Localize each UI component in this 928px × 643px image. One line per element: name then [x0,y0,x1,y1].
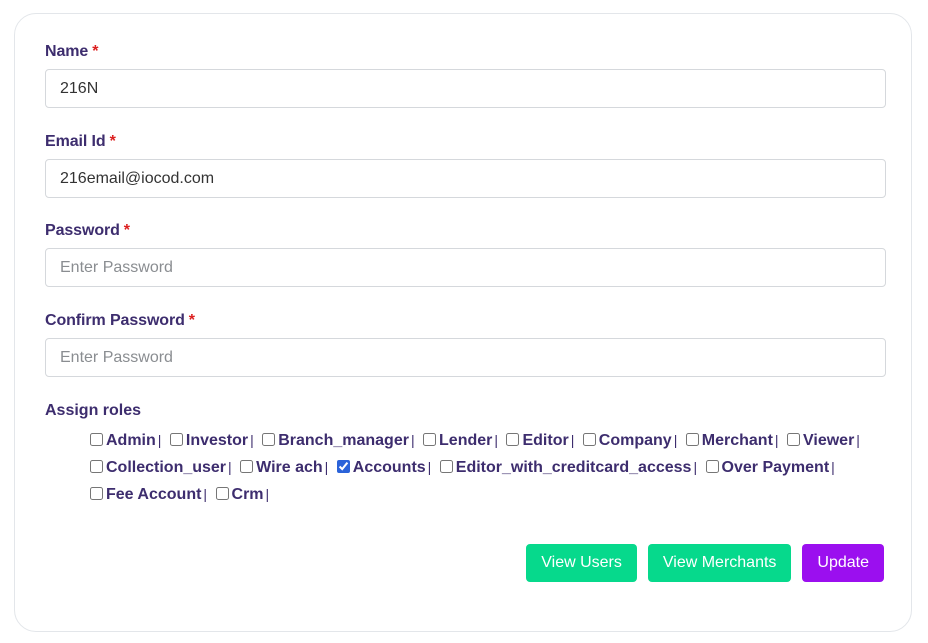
required-mark: * [188,312,195,329]
view-merchants-button[interactable]: View Merchants [647,544,792,582]
role-item: Admin | [89,432,164,449]
role-separator: | [673,432,678,448]
role-item: Viewer | [786,432,863,449]
email-label: Email Id * [45,133,116,151]
role-separator: | [228,459,232,475]
role-checkbox[interactable] [90,433,103,446]
role-separator: | [157,432,162,448]
role-label: Company [598,432,672,449]
required-mark: * [92,43,99,60]
role-checkbox[interactable] [215,487,229,500]
user-edit-card: Name* Email Id* Password* Confirm Passwo… [14,13,912,632]
role-label: Accounts [352,459,426,476]
action-buttons: View Users View Merchants Update [526,544,884,582]
confirm-password-label: Confirm Password * [45,312,195,330]
required-mark: * [109,133,116,150]
required-mark: * [123,222,130,239]
role-label: Admin [106,432,156,449]
view-users-button[interactable]: View Users [526,544,637,582]
role-checkbox[interactable] [240,460,254,473]
role-item: Over Payment | [705,459,838,476]
assign-roles-label: Assign roles [45,402,142,419]
role-separator: | [324,459,329,475]
role-separator: | [831,459,835,475]
role-label: Crm [231,486,264,503]
role-item: Editor_with_creditcard_access | [439,459,700,476]
role-item: Editor | [505,432,577,449]
role-separator: | [203,486,208,502]
role-item: Investor | [169,432,257,449]
role-separator: | [494,432,499,448]
role-item: Branch_manager | [261,432,417,449]
role-item: Company | [582,432,681,449]
role-separator: | [250,432,254,448]
role-label: Merchant [701,432,773,449]
name-input[interactable] [45,69,886,108]
role-checkbox[interactable] [90,487,103,500]
role-checkbox[interactable] [262,433,276,446]
role-checkbox[interactable] [336,460,350,473]
password-input[interactable] [45,248,886,287]
role-checkbox[interactable] [787,433,800,446]
role-label: Viewer [803,432,855,449]
role-checkbox[interactable] [506,433,520,446]
role-checkbox[interactable] [705,460,719,473]
role-label: Editor [522,432,569,449]
role-item: Crm | [215,486,273,503]
role-checkbox[interactable] [439,460,453,473]
role-label: Editor_with_creditcard_access [455,459,692,476]
name-label-text: Name [45,43,89,60]
role-checkbox[interactable] [169,433,183,446]
role-separator: | [410,432,415,448]
role-label: Investor [185,432,249,449]
role-item: Collection_user | [89,459,235,476]
role-separator: | [774,432,779,448]
email-label-text: Email Id [45,133,106,150]
confirm-password-label-text: Confirm Password [45,312,185,329]
role-checkbox[interactable] [685,433,699,446]
role-separator: | [265,486,270,502]
role-item: Wire ach | [239,459,331,476]
role-label: Lender [439,432,493,449]
confirm-password-input[interactable] [45,338,886,377]
role-label: Over Payment [721,459,830,476]
role-checkbox[interactable] [423,433,437,446]
role-separator: | [693,459,698,475]
role-label: Branch_manager [278,432,409,449]
name-label: Name * [45,43,98,61]
password-label-text: Password [45,222,120,239]
role-separator: | [570,432,575,448]
email-input[interactable] [45,159,886,198]
password-label: Password * [45,222,130,240]
role-separator: | [856,432,860,448]
role-item: Accounts | [336,459,435,476]
role-item: Lender | [422,432,501,449]
role-item: Merchant | [685,432,782,449]
update-button[interactable]: Update [802,544,884,582]
role-label: Fee Account [106,486,202,503]
role-checkbox[interactable] [90,460,103,473]
role-label: Wire ach [256,459,323,476]
role-label: Collection_user [106,459,227,476]
role-item: Fee Account | [89,486,210,503]
role-separator: | [427,459,432,475]
roles-list: Admin | Investor | Branch_manager | Lender |… [89,427,889,508]
role-checkbox[interactable] [582,433,596,446]
